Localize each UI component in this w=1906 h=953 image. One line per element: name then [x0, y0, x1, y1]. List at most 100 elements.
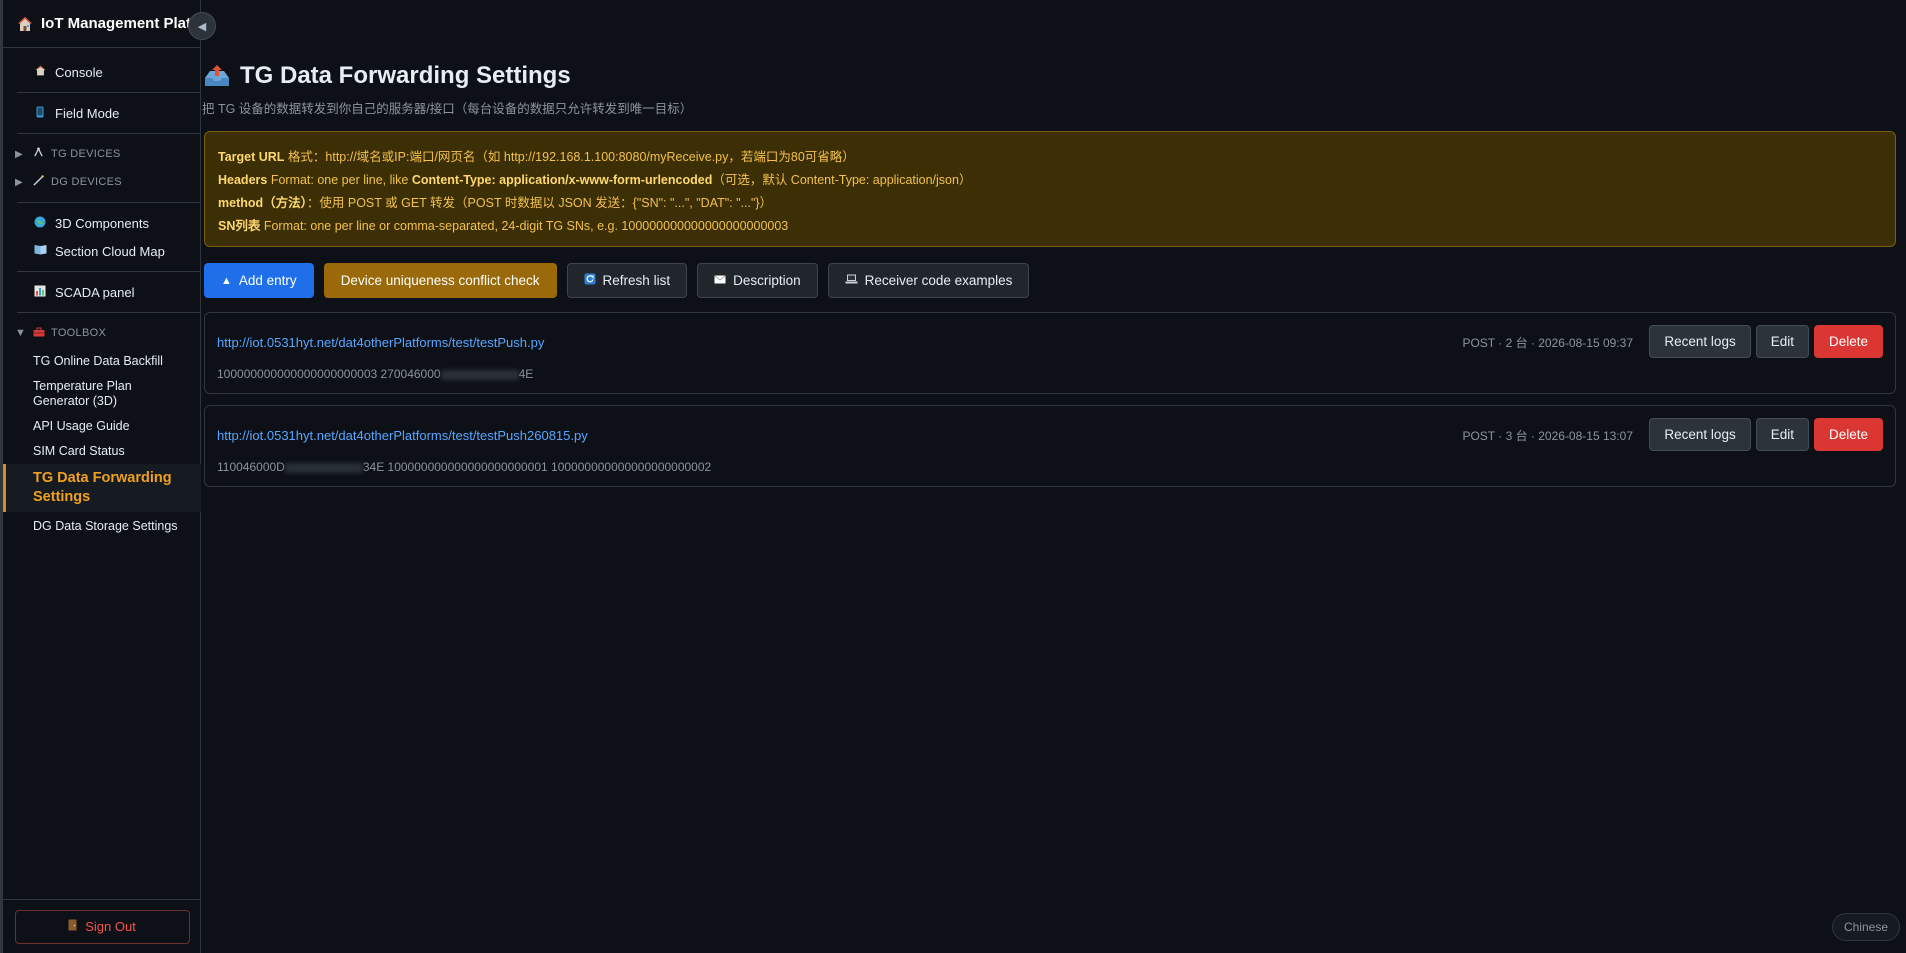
page-subtitle: 把 TG 设备的数据转发到你自己的服务器/接口（每台设备的数据只允许转发到唯一目… [202, 102, 693, 116]
entry-sn-list: 100000000000000000000003 270046000 4E [217, 367, 533, 381]
door-icon [68, 919, 77, 934]
divider [17, 312, 200, 313]
sidebar-item-label: Field Mode [55, 105, 120, 121]
sn-text: 34E 100000000000000000000001 10000000000… [362, 460, 712, 474]
notice-key: Headers [218, 173, 268, 187]
caret-down-icon: ▼ [15, 327, 27, 339]
receiver-code-examples-label: Receiver code examples [864, 273, 1013, 288]
sidebar-group-label: TG DEVICES [51, 148, 121, 160]
sidebar-group-toolbox[interactable]: ▼ TOOLBOX [3, 319, 200, 347]
notice-line-target-url: Target URL 格式：http://域名或IP:端口/网页名（如 http… [218, 146, 1882, 169]
entry-meta: POST · 3 台 · 2026-08-15 13:07 [1462, 429, 1633, 443]
sign-out-label: Sign Out [85, 919, 136, 934]
sidebar-item-api-usage-guide[interactable]: API Usage Guide [3, 414, 200, 439]
refresh-list-label: Refresh list [602, 273, 671, 288]
sidebar-item-tg-online-data-backfill[interactable]: TG Online Data Backfill [3, 349, 200, 374]
sidebar-item-dg-data-storage-settings[interactable]: DG Data Storage Settings [3, 514, 200, 539]
sn-text: 100000000000000000000003 270046000 [217, 367, 441, 381]
conflict-check-label: Device uniqueness conflict check [340, 273, 540, 288]
sidebar-item-sim-card-status[interactable]: SIM Card Status [3, 439, 200, 464]
notice-key: Target URL [218, 150, 285, 164]
sidebar-item-tg-data-forwarding-settings[interactable]: TG Data Forwarding Settings [3, 464, 201, 512]
globe-icon [33, 216, 47, 231]
main-content: TG Data Forwarding Settings 把 TG 设备的数据转发… [202, 0, 1906, 953]
entry-actions: Recent logs Edit Delete [1649, 418, 1883, 451]
sidebar-item-label: Console [55, 64, 103, 80]
home-icon [33, 65, 47, 79]
language-toggle[interactable]: Chinese [1831, 913, 1900, 941]
refresh-list-button[interactable]: Refresh list [566, 263, 688, 298]
caret-right-icon: ▶ [15, 148, 23, 160]
format-notice: Target URL 格式：http://域名或IP:端口/网页名（如 http… [204, 131, 1896, 247]
notice-key: method（方法） [218, 196, 307, 210]
edit-button[interactable]: Edit [1755, 418, 1809, 451]
redacted-region [284, 462, 363, 473]
sidebar-item-label: SCADA panel [55, 284, 135, 300]
sn-text: 110046000D [217, 460, 285, 474]
sidebar-item-label: 3D Components [55, 215, 149, 231]
entry-target-url[interactable]: http://iot.0531hyt.net/dat4otherPlatform… [217, 428, 588, 443]
sidebar-group-tg-devices[interactable]: ▶ TG DEVICES [3, 140, 200, 168]
delete-button[interactable]: Delete [1813, 418, 1883, 451]
notice-text: （可选，默认 Content-Type: application/json） [712, 173, 972, 187]
notice-text: ：使用 POST 或 GET 转发（POST 时数据以 JSON 发送：{"SN… [306, 196, 773, 210]
receiver-code-examples-button[interactable]: Receiver code examples [827, 263, 1030, 298]
sidebar-group-label: DG DEVICES [51, 176, 122, 188]
sidebar-header: IoT Management Plat ◀ [3, 0, 216, 48]
sidebar-item-scada-panel[interactable]: SCADA panel [3, 278, 200, 306]
outbox-icon [205, 65, 229, 86]
notice-text: Format: one per line, like [267, 173, 412, 187]
notice-key: SN列表 [218, 219, 261, 233]
redacted-region [440, 369, 519, 380]
sidebar-item-3d-components[interactable]: 3D Components [3, 209, 200, 237]
sidebar-item-temperature-plan-generator[interactable]: Temperature Plan Generator (3D) [3, 374, 133, 414]
description-label: Description [733, 273, 801, 288]
delete-button[interactable]: Delete [1813, 325, 1883, 358]
house-icon [18, 16, 32, 31]
sidebar-item-console[interactable]: Console [3, 58, 200, 86]
forwarding-entry: http://iot.0531hyt.net/dat4otherPlatform… [204, 312, 1896, 394]
sidebar-footer: Sign Out [3, 899, 201, 953]
toolbar: ▲ Add entry Device uniqueness conflict c… [204, 263, 1030, 298]
description-button[interactable]: Description [697, 263, 818, 298]
page-title: TG Data Forwarding Settings [204, 62, 571, 90]
app-title: IoT Management Plat [41, 15, 191, 32]
triangle-up-icon: ▲ [221, 274, 232, 287]
notice-line-method: method（方法）：使用 POST 或 GET 转发（POST 时数据以 JS… [218, 192, 1882, 215]
entry-target-url[interactable]: http://iot.0531hyt.net/dat4otherPlatform… [217, 335, 544, 350]
refresh-icon [584, 273, 596, 288]
entry-actions: Recent logs Edit Delete [1649, 325, 1883, 358]
caret-right-icon: ▶ [15, 176, 23, 188]
page-title-text: TG Data Forwarding Settings [240, 62, 571, 89]
sidebar-item-section-cloud-map[interactable]: Section Cloud Map [3, 237, 200, 265]
divider [17, 133, 200, 134]
recent-logs-button[interactable]: Recent logs [1649, 418, 1751, 451]
edit-button[interactable]: Edit [1755, 325, 1809, 358]
envelope-icon [714, 274, 726, 287]
wand-icon [33, 175, 47, 189]
sidebar-item-label: Section Cloud Map [55, 243, 165, 259]
sign-out-button[interactable]: Sign Out [14, 909, 190, 944]
notice-strong: Content-Type: application/x-www-form-url… [411, 173, 713, 187]
add-entry-label: Add entry [238, 273, 297, 288]
notice-text: 格式：http://域名或IP:端口/网页名（如 http://192.168.… [284, 150, 855, 164]
sn-text: 4E [518, 367, 534, 381]
notice-line-headers: Headers Format: one per line, like Conte… [218, 169, 1882, 192]
notice-text: Format: one per line or comma-separated,… [260, 219, 789, 233]
divider [17, 271, 200, 272]
forwarding-entry: http://iot.0531hyt.net/dat4otherPlatform… [204, 405, 1896, 487]
divider [17, 92, 200, 93]
recent-logs-button[interactable]: Recent logs [1649, 325, 1751, 358]
add-entry-button[interactable]: ▲ Add entry [204, 263, 314, 298]
chart-icon [33, 285, 47, 300]
entry-sn-list: 110046000D 34E 100000000000000000000001 1… [217, 460, 711, 474]
book-icon [33, 244, 47, 258]
sidebar-group-dg-devices[interactable]: ▶ DG DEVICES [3, 168, 200, 196]
conflict-check-button[interactable]: Device uniqueness conflict check [323, 263, 557, 298]
laptop-icon [845, 274, 858, 287]
toolbox-icon [33, 327, 47, 340]
entry-meta: POST · 2 台 · 2026-08-15 09:37 [1462, 336, 1633, 350]
notice-line-sn-list: SN列表 Format: one per line or comma-separ… [218, 215, 1882, 238]
sidebar-item-field-mode[interactable]: Field Mode [3, 99, 200, 127]
sidebar-collapse-button[interactable]: ◀ [188, 12, 216, 40]
